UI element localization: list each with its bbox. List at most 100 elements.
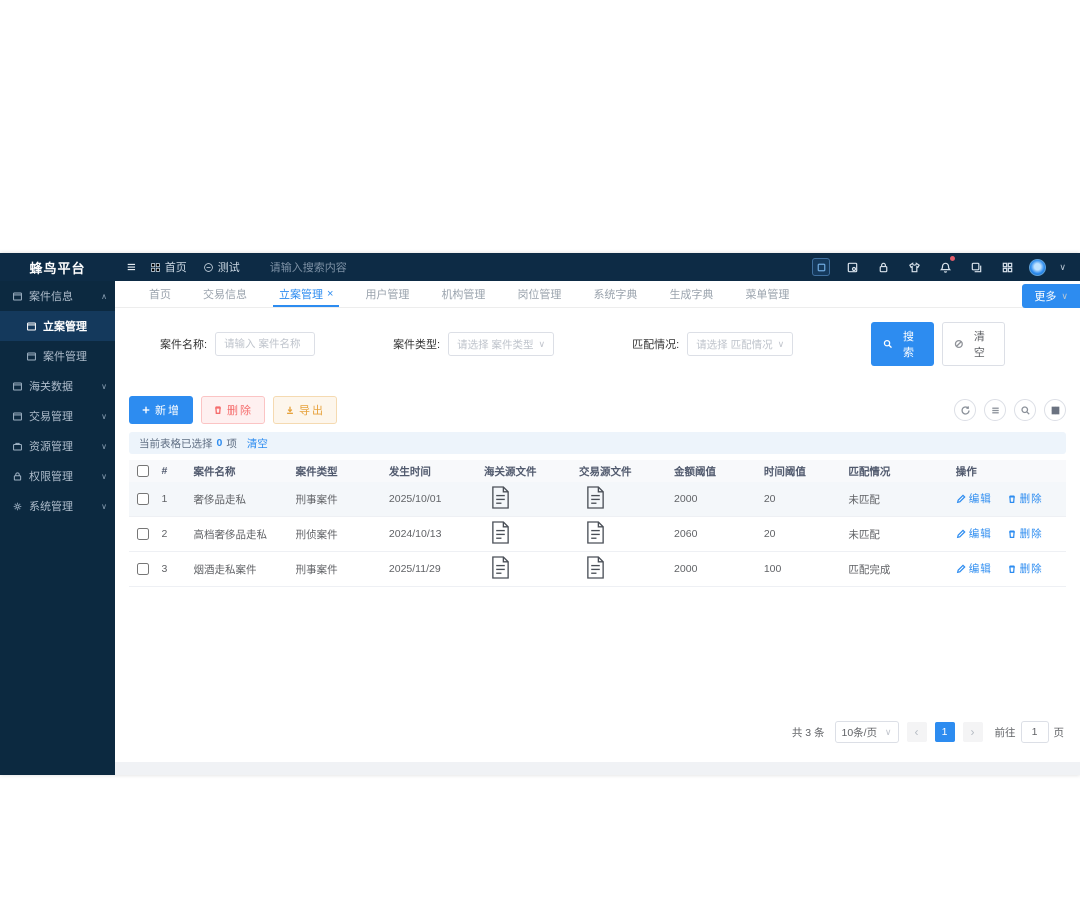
fullscreen-grid-icon[interactable] [998,258,1016,276]
monitor-icon[interactable] [812,258,831,276]
cell-time: 20 [763,493,776,505]
tab-trade-info[interactable]: 交易信息 [187,281,263,307]
gear-icon [13,502,22,510]
sidebar-item-trade-mgmt[interactable]: 交易管理 ∨ [0,401,115,431]
tab-label: 菜单管理 [745,289,790,301]
case-name-input[interactable] [224,338,307,350]
tab-post-mgmt[interactable]: 岗位管理 [501,281,577,307]
filter-case-name: 案件名称: [160,332,316,356]
delete-link[interactable]: 删除 [1007,491,1043,506]
cell-case-name: 高档奢侈品走私 [193,528,268,541]
row-checkbox[interactable] [137,563,150,575]
customs-file-cell[interactable] [480,520,575,548]
export-button-label: 导出 [299,405,325,417]
pencil-icon [956,564,966,573]
layers-copy-icon[interactable] [967,258,985,276]
cell-case-type: 刑事案件 [295,493,338,506]
topbar-test-link[interactable]: 测试 [203,259,240,275]
page-number-1[interactable]: 1 [934,722,955,742]
prev-page-button[interactable]: ‹ [906,722,927,742]
tabs-more-button[interactable]: 更多 ∨ [1022,284,1080,308]
zoom-search-icon[interactable] [1014,399,1036,421]
sidebar-item-customs-data[interactable]: 海关数据 ∨ [0,371,115,401]
lock-icon[interactable] [874,258,892,276]
tab-org-mgmt[interactable]: 机构管理 [425,281,501,307]
chevron-down-icon: ∨ [777,338,785,349]
row-checkbox[interactable] [137,493,150,505]
row-height-icon[interactable] [984,399,1006,421]
customs-file-cell[interactable] [480,485,575,513]
selection-clear-link[interactable]: 清空 [247,436,268,451]
cell-date: 2025/10/01 [388,493,442,505]
sidebar-item-permission-mgmt[interactable]: 权限管理 ∨ [0,461,115,491]
tab-user-mgmt[interactable]: 用户管理 [349,281,425,307]
page: 蜂鸟平台 ≡ 首页 测试 请输入搜索内容 ∨ 案件信息 ∧ 立案管理 案件管理 … [0,0,1080,919]
sidebar-item-case-info[interactable]: 案件信息 ∧ [0,281,115,311]
refresh-icon[interactable] [954,399,976,421]
table-tool-icons [954,399,1066,421]
trade-file-cell[interactable] [575,555,670,583]
delete-link-label: 删除 [1019,528,1043,541]
customs-file-cell[interactable] [480,555,575,583]
tab-menu-mgmt[interactable]: 菜单管理 [729,281,805,307]
tabs-more-label: 更多 [1034,291,1057,303]
table-toolbar: 新增 删除 导出 [129,396,1066,424]
global-search[interactable] [269,258,440,276]
goto-prefix: 前往 [994,726,1016,739]
match-status-select[interactable]: 请选择 匹配情况 ∨ [687,332,794,356]
global-search-input[interactable] [269,262,440,274]
delete-button[interactable]: 删除 [201,396,265,424]
cell-case-type: 刑侦案件 [295,528,338,541]
delete-link[interactable]: 删除 [1007,526,1043,541]
select-all-checkbox[interactable] [137,465,150,477]
screenshot-icon[interactable] [843,258,861,276]
header-time-threshold: 时间阈值 [763,465,806,478]
delete-link-label: 删除 [1019,563,1043,576]
selection-count: 0 [216,437,223,449]
notification-bell-icon[interactable] [936,256,956,276]
sidebar-item-resource-mgmt[interactable]: 资源管理 ∨ [0,431,115,461]
menu-toggle-icon[interactable]: ≡ [127,259,136,276]
export-button[interactable]: 导出 [273,396,337,424]
trade-file-cell[interactable] [575,485,670,513]
user-menu-caret-icon[interactable]: ∨ [1059,262,1066,273]
sidebar-item-filing-mgmt[interactable]: 立案管理 [0,311,115,341]
tab-system-dict[interactable]: 系统字典 [577,281,653,307]
app-window: 蜂鸟平台 ≡ 首页 测试 请输入搜索内容 ∨ 案件信息 ∧ 立案管理 案件管理 … [0,253,1080,775]
sidebar-item-label: 海关数据 [29,381,73,393]
clear-button-label: 清空 [973,331,987,359]
next-page-button[interactable]: › [962,722,983,742]
pagination-total: 共 3 条 [791,726,825,739]
search-button[interactable]: 搜索 [871,322,935,366]
chevron-down-icon: ∨ [101,381,107,391]
cell-match-status: 未匹配 [848,493,880,506]
goto-suffix: 页 [1053,726,1065,739]
chevron-down-icon: ∨ [101,501,107,511]
edit-link[interactable]: 编辑 [956,561,992,576]
trash-icon [1008,565,1015,573]
grid-icon [150,262,160,272]
tab-home[interactable]: 首页 [133,281,187,307]
clear-button[interactable]: 清空 [942,322,1005,366]
header-date: 发生时间 [388,465,431,478]
topbar-home-link[interactable]: 首页 [150,259,187,275]
column-settings-icon[interactable] [1044,399,1066,421]
tab-gen-dict[interactable]: 生成字典 [653,281,729,307]
user-avatar[interactable] [1029,258,1047,276]
close-icon[interactable]: × [327,288,333,300]
tab-label: 立案管理 [279,289,323,301]
theme-tshirt-icon[interactable] [905,258,923,276]
sidebar-item-system-mgmt[interactable]: 系统管理 ∨ [0,491,115,521]
row-checkbox[interactable] [137,528,150,540]
case-type-select[interactable]: 请选择 案件类型 ∨ [448,332,555,356]
sidebar-item-case-mgmt[interactable]: 案件管理 [0,341,115,371]
add-button[interactable]: 新增 [129,396,193,424]
case-name-field[interactable] [215,332,316,356]
trade-file-cell[interactable] [575,520,670,548]
edit-link[interactable]: 编辑 [956,526,992,541]
edit-link[interactable]: 编辑 [956,491,992,506]
goto-page-input[interactable] [1020,721,1049,743]
page-size-select[interactable]: 10条/页 ∨ [834,721,899,743]
tab-filing-mgmt[interactable]: 立案管理 × [263,281,349,307]
delete-link[interactable]: 删除 [1007,561,1043,576]
